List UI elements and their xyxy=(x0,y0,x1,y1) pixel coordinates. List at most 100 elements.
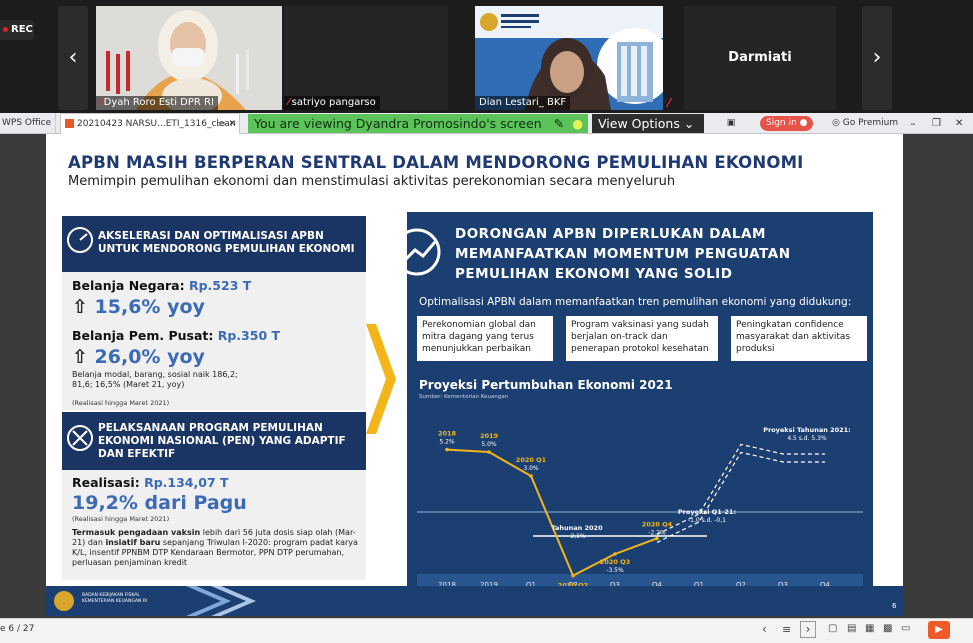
rec-dot-icon xyxy=(3,26,8,32)
video-strip: REC ‹ ⁄ Dyah Roro Esti DPR RI ⁄ satriyo pa… xyxy=(0,0,973,113)
status-bar: e 6 / 27 ‹ ≡ › ▢ ▤ ▦ ▩ ▭ ▶ xyxy=(0,618,973,643)
slide: APBN MASIH BERPERAN SENTRAL DALAM MENDOR… xyxy=(46,134,903,616)
page-number: 6 xyxy=(892,602,897,610)
support-card-1: Perekonomian global dan mitra dagang yan… xyxy=(417,316,553,361)
vaksin-note: Termasuk pengadaan vaksin lebih dari 56 … xyxy=(72,528,358,567)
belanja-negara: Belanja Negara: Rp.523 T xyxy=(72,278,252,293)
participant-name-4: Darmiati xyxy=(728,50,792,65)
close-tab-icon[interactable]: ✕ xyxy=(228,114,236,135)
growth-chart: 20182019Q1Q2Q3Q4Q1Q2Q3Q420202021F20185.2… xyxy=(417,426,863,595)
share-icon[interactable]: ▭ xyxy=(216,114,225,135)
projection-lower-line xyxy=(656,451,825,543)
realisasi-note-2: (Realisasi hingga Maret 2021) xyxy=(72,515,170,523)
wps-office-tab[interactable]: WPS Office xyxy=(0,113,56,134)
slide-sorter-icon[interactable]: ▦ xyxy=(865,623,874,634)
page-indicator: e 6 / 27 xyxy=(0,624,35,634)
annotation-value: 5.0% xyxy=(481,441,497,448)
screen-share-banner: You are viewing Dyandra Promosindo's scr… xyxy=(248,114,588,133)
annotation-label: 2019 xyxy=(480,432,499,440)
mic-muted-icon: ⁄ xyxy=(288,97,290,108)
actual-growth-line xyxy=(446,448,658,577)
rec-badge: REC xyxy=(0,20,34,40)
right-panel: DORONGAN APBN DIPERLUKAN DALAM MEMANFAAT… xyxy=(407,212,873,595)
chevron-left-icon[interactable]: ‹ xyxy=(762,622,767,636)
annotation-label: Proyeksi Q1-21: xyxy=(678,508,736,516)
reading-view-icon[interactable]: ▭ xyxy=(901,623,910,634)
up-arrow-icon: ⇧ xyxy=(72,346,88,368)
chart-title: Proyeksi Pertumbuhan Ekonomi 2021 xyxy=(419,378,673,392)
annotation-value: -3.5% xyxy=(606,567,624,574)
realisasi: Realisasi: Rp.134,07 T xyxy=(72,475,229,490)
trend-up-icon xyxy=(407,228,441,276)
annotation-label: 2020 Q3 xyxy=(600,558,630,566)
participant-name-1: ⁄ Dyah Roro Esti DPR RI xyxy=(96,96,218,110)
annotation-value: 3.0% xyxy=(523,465,539,472)
sign-in-button[interactable]: Sign in ● xyxy=(760,116,814,131)
up-arrow-icon: ⇧ xyxy=(72,296,88,318)
minimize-icon[interactable]: – xyxy=(910,113,916,134)
view-options-button[interactable]: View Options ⌄ xyxy=(592,114,704,133)
slide-subtitle: Memimpin pemulihan ekonomi dan menstimul… xyxy=(68,174,676,189)
play-slideshow-button[interactable]: ▶ xyxy=(928,621,950,639)
data-point xyxy=(529,474,533,478)
video-tile-4[interactable]: Darmiati xyxy=(684,6,836,110)
belanja-negara-growth: ⇧ 15,6% yoy xyxy=(72,296,205,318)
video-tile-1[interactable]: ⁄ Dyah Roro Esti DPR RI xyxy=(96,6,282,110)
play-icon: ▶ xyxy=(935,624,943,635)
participant-video-3 xyxy=(475,6,663,110)
video-tile-2[interactable]: ⁄ satriyo pangarso xyxy=(284,6,448,110)
participant-name-3: Dian Lestari_ BKF xyxy=(475,96,571,110)
ppt-file-icon xyxy=(65,119,74,128)
video-tile-3[interactable]: Dian Lestari_ BKF xyxy=(475,6,663,110)
normal-view-icon[interactable]: ▢ xyxy=(828,623,837,634)
slide-footer xyxy=(46,586,903,616)
belanja-pusat-growth: ⇧ 26,0% yoy xyxy=(72,346,205,368)
annotation-label: 2018 xyxy=(438,430,457,438)
realisasi-pct: 19,2% dari Pagu xyxy=(72,492,247,514)
tools-icon xyxy=(67,425,93,451)
annotation-value: -2,1% xyxy=(568,533,586,540)
mic-muted-icon: ⁄ xyxy=(100,97,102,108)
footer-org: BADAN KEBIJAKAN FISKAL KEMENTERIAN KEUAN… xyxy=(82,593,148,604)
support-card-3: Peningkatan confidence masyarakat dan ak… xyxy=(731,316,867,361)
chevron-left-icon: ‹ xyxy=(68,45,78,70)
chart-source: Sumber: Kementerian Keuangan xyxy=(419,394,509,400)
realisasi-note-1: (Realisasi hingga Maret 2021) xyxy=(72,399,170,407)
annotate-icon[interactable]: ✎ xyxy=(554,116,564,131)
data-point xyxy=(613,552,617,556)
participant-name-2: ⁄ satriyo pangarso xyxy=(284,96,380,110)
data-point xyxy=(487,450,491,454)
avatar-icon: ● xyxy=(799,118,808,128)
annotation-value: 4.5 s.d. 5.3% xyxy=(787,435,827,442)
right-panel-sub: Optimalisasi APBN dalam memanfaatkan tre… xyxy=(419,296,852,308)
premium-icon: ◎ xyxy=(832,118,840,128)
tab-count-icon[interactable]: ▣ xyxy=(724,113,738,134)
document-tab[interactable]: 20210423 NARSU...ETI_1316_clean ▭ ✕ xyxy=(60,113,240,134)
annotation-label: 2020 Q1 xyxy=(516,456,547,464)
list-icon[interactable]: ≡ xyxy=(782,623,791,636)
chevron-down-icon: ⌄ xyxy=(683,116,695,131)
close-icon[interactable]: ✕ xyxy=(955,113,963,134)
grid-view-icon[interactable]: ▩ xyxy=(883,623,892,634)
belanja-pusat: Belanja Pem. Pusat: Rp.350 T xyxy=(72,328,281,343)
apbn-box-header: AKSELERASI DAN OPTIMALISASI APBN UNTUK M… xyxy=(62,216,366,272)
chevron-right-icon[interactable]: › xyxy=(800,621,816,638)
speedometer-icon xyxy=(67,227,93,253)
annotation-value: 5.2% xyxy=(439,439,455,446)
prev-participants-button[interactable]: ‹ xyxy=(58,6,88,110)
go-premium-button[interactable]: ◎ Go Premium xyxy=(832,113,898,134)
right-panel-title: DORONGAN APBN DIPERLUKAN DALAM MEMANFAAT… xyxy=(455,226,791,282)
data-point xyxy=(445,447,449,452)
annotation-label: Proyeksi Tahunan 2021: xyxy=(763,426,851,434)
next-participants-button[interactable]: › xyxy=(862,6,892,110)
pen-box-header: PELAKSANAAN PROGRAM PEMULIHAN EKONOMI NA… xyxy=(62,412,366,470)
outline-view-icon[interactable]: ▤ xyxy=(847,623,856,634)
data-point xyxy=(571,573,575,578)
restore-icon[interactable]: ❐ xyxy=(932,113,941,134)
belanja-note: Belanja modal, barang, sosial naik 186,2… xyxy=(72,370,238,389)
participant-video-1 xyxy=(96,6,282,110)
status-icon: ● xyxy=(572,116,584,131)
projection-upper-line xyxy=(656,443,825,535)
arrow-chevron-icon xyxy=(366,324,396,434)
data-point xyxy=(655,536,659,541)
